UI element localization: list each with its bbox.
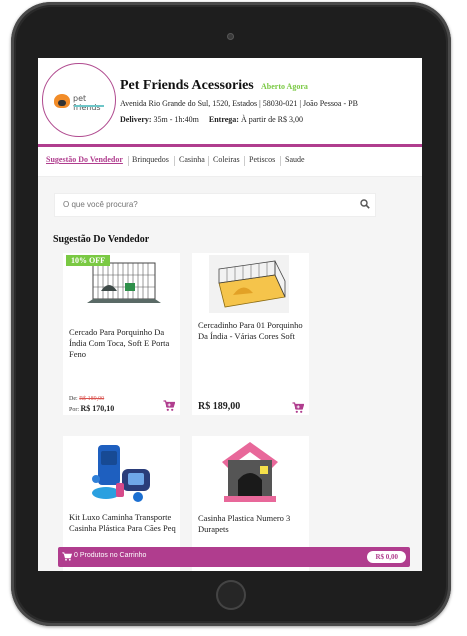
logo-underline [74,105,104,107]
cart-bar[interactable]: 0 Produtos no Carrinho R$ 0,00 [58,547,410,567]
product-name[interactable]: Cercadinho Para 01 Porquinho Da Índia - … [198,320,306,342]
store-address: Avenida Rio Grande do Sul, 1520, Estados… [120,99,358,108]
store-name: Pet Friends Acessories [120,78,254,93]
camera-icon [227,33,234,40]
tab-coleiras[interactable]: Coleiras [213,155,240,164]
product-name[interactable]: Kit Luxo Caminha Transporte Casinha Plás… [69,512,177,534]
product-name[interactable]: Cercado Para Porquinho Da Índia Com Toca… [69,327,177,360]
tab-brinquedos[interactable]: Brinquedos [132,155,169,164]
product-name[interactable]: Casinha Plastica Numero 3 Durapets [198,513,306,535]
fee-value: À partir de R$ 3,00 [240,115,303,124]
section-title: Sugestão Do Vendedor [53,234,150,245]
product-image[interactable] [88,439,158,509]
cart-icon [62,552,72,561]
delivery-label: Delivery: [120,115,152,124]
new-price: Por: R$ 170,10 [69,404,114,413]
product-price: R$ 189,00 [198,401,241,412]
tab-divider [208,156,209,166]
category-tabs: Sugestão Do Vendedor Brinquedos Casinha … [38,147,422,177]
tab-divider [280,156,281,166]
new-price-value: R$ 170,10 [80,404,115,413]
tab-casinha[interactable]: Casinha [179,155,205,164]
store-delivery-info: Delivery: 35m - 1h:40m Entrega: À partir… [120,115,303,124]
paw-logo-detail [58,100,66,106]
discount-badge: 10% OFF [66,255,110,266]
screen: pet friends Pet Friends Acessories Abert… [38,58,422,571]
delivery-time: 35m - 1h:40m [153,115,199,124]
fee-label: Entrega: [208,115,239,124]
store-header: pet friends Pet Friends Acessories Abert… [38,58,422,144]
old-price-label: De: [69,396,78,402]
add-to-cart-icon[interactable] [292,402,304,414]
search-icon[interactable] [360,199,370,209]
old-price-value: R$ 189,00 [79,396,105,402]
tab-divider [244,156,245,166]
tab-divider [128,156,129,166]
tab-saude[interactable]: Saude [285,155,305,164]
search-input[interactable] [63,200,343,209]
add-to-cart-icon[interactable] [163,400,175,412]
product-card[interactable]: 10% OFF Cercado Para Porquinho Da Índia … [63,253,180,415]
old-price: De: R$ 189,00 [69,396,104,402]
tab-petiscos[interactable]: Petiscos [249,155,275,164]
product-image[interactable] [216,438,284,508]
product-image[interactable] [209,255,289,313]
tab-divider [174,156,175,166]
cart-total[interactable]: R$ 0,00 [367,551,406,563]
home-button[interactable] [216,580,246,610]
tab-sugestao[interactable]: Sugestão Do Vendedor [46,155,123,164]
store-status-badge: Aberto Agora [261,82,308,91]
product-card[interactable]: Cercadinho Para 01 Porquinho Da Índia - … [192,253,309,415]
search-bar [54,193,376,217]
store-logo: pet friends [42,63,116,137]
logo-text: pet friends [73,94,101,112]
cart-count-label: 0 Produtos no Carrinho [74,552,147,559]
new-price-label: Por: [69,407,80,413]
